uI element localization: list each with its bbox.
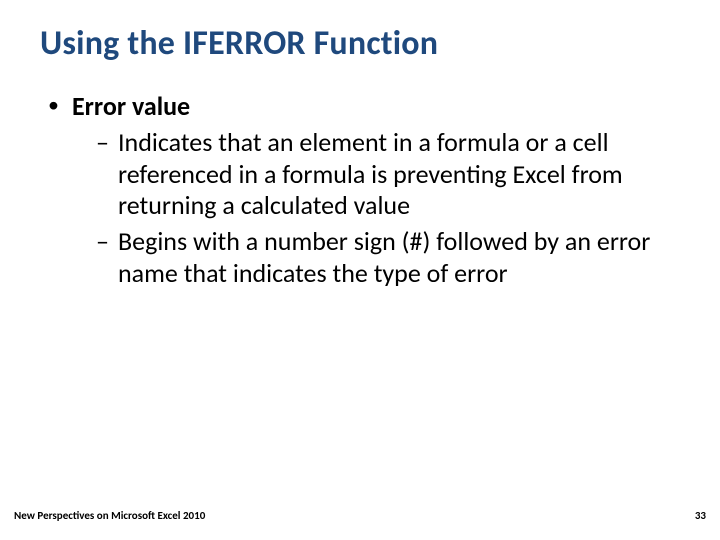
slide-footer: New Perspectives on Microsoft Excel 2010… — [14, 509, 706, 522]
bullet-list-level2: Indicates that an element in a formula o… — [72, 127, 680, 290]
bullet-l2-text: Indicates that an element in a formula o… — [118, 126, 623, 221]
footer-text: New Perspectives on Microsoft Excel 2010 — [14, 509, 205, 522]
slide: Using the IFERROR Function Error value I… — [0, 0, 720, 540]
list-item: Error value Indicates that an element in… — [48, 91, 680, 289]
bullet-list-level1: Error value Indicates that an element in… — [40, 91, 680, 289]
bullet-l1-text: Error value — [72, 90, 190, 122]
bullet-l2-text: Begins with a number sign (#) followed b… — [118, 225, 650, 289]
slide-content: Error value Indicates that an element in… — [40, 91, 680, 289]
list-item: Begins with a number sign (#) followed b… — [96, 226, 680, 289]
page-number: 33 — [695, 509, 706, 522]
list-item: Indicates that an element in a formula o… — [96, 127, 680, 222]
slide-title: Using the IFERROR Function — [40, 24, 680, 63]
